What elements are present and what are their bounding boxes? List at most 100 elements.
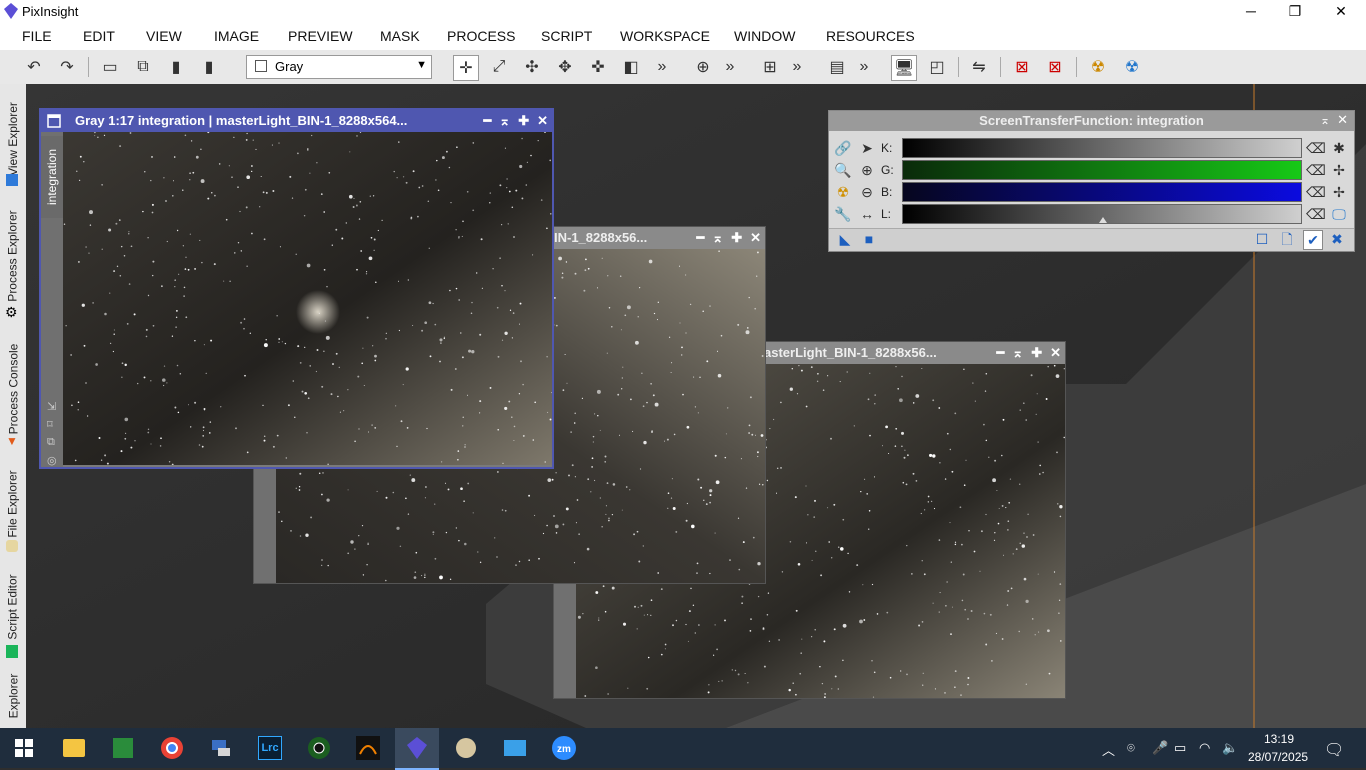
tab-file-explorer[interactable]: File Explorer: [0, 459, 26, 549]
minimize-icon[interactable]: ━: [696, 227, 704, 249]
chrome-icon[interactable]: [150, 728, 194, 768]
overflow-icon-3[interactable]: »: [785, 55, 809, 79]
shade-icon[interactable]: ⌅: [499, 110, 510, 132]
wrench-icon[interactable]: 🔧: [834, 205, 852, 223]
menu-preview[interactable]: PREVIEW: [288, 28, 353, 44]
overflow-icon-4[interactable]: »: [852, 55, 876, 79]
maximize-icon[interactable]: ✚: [518, 110, 529, 132]
maximize-icon[interactable]: ✚: [1031, 342, 1042, 364]
guiding-app-icon[interactable]: [297, 728, 341, 768]
clone-icon[interactable]: ⧉: [47, 436, 55, 449]
readout-mode-icon[interactable]: ✛: [453, 55, 479, 81]
network-app-icon[interactable]: [199, 728, 243, 768]
reset-icon[interactable]: ✖: [1328, 230, 1346, 248]
tab-explorer[interactable]: Explorer: [0, 666, 26, 726]
preview-icon[interactable]: ☐: [1253, 230, 1271, 248]
stf-slider-l[interactable]: [902, 204, 1302, 224]
boosted-stf-icon[interactable]: ☢: [1120, 55, 1144, 79]
fit-view-icon[interactable]: ⇲: [47, 400, 56, 413]
maximize-button[interactable]: ❐: [1272, 0, 1318, 22]
microphone-icon[interactable]: 🎤: [1152, 740, 1168, 756]
image-window-1-title[interactable]: Gray 1:17 integration | masterLight_BIN-…: [41, 110, 552, 132]
new-instance-icon[interactable]: ◣: [836, 230, 854, 248]
reset-channel-icon[interactable]: ⌫: [1306, 161, 1326, 179]
bit24-lut-icon[interactable]: ◰: [925, 55, 949, 79]
disable-stf-icon[interactable]: ⊠: [1043, 55, 1067, 79]
menu-edit[interactable]: EDIT: [83, 28, 115, 44]
paint-app-icon[interactable]: [444, 728, 488, 768]
close-icon[interactable]: ✕: [537, 110, 548, 132]
shade-icon[interactable]: ⌅: [1012, 342, 1023, 364]
lightroom-icon[interactable]: Lrc: [248, 728, 292, 768]
tab-process-console[interactable]: Process Console: [0, 329, 26, 449]
view-tab-integration[interactable]: integration: [41, 136, 65, 218]
reset-channel-icon[interactable]: ⌫: [1306, 205, 1326, 223]
menu-window[interactable]: WINDOW: [734, 28, 795, 44]
display-channel-icon[interactable]: 🖥: [891, 55, 917, 81]
chevron-up-icon[interactable]: ︿: [1102, 740, 1115, 759]
undo-icon[interactable]: ↶: [22, 55, 46, 79]
screen-app-icon[interactable]: [493, 728, 537, 768]
clock-time[interactable]: 13:19: [1264, 732, 1294, 746]
minimize-icon[interactable]: ━: [483, 110, 491, 132]
close-icon[interactable]: ✕: [1050, 342, 1061, 364]
menu-resources[interactable]: RESOURCES: [826, 28, 915, 44]
stf-title[interactable]: ScreenTransferFunction: integration: [829, 111, 1354, 131]
menu-image[interactable]: IMAGE: [214, 28, 259, 44]
zoom-in-icon[interactable]: ⊕: [691, 55, 715, 79]
image-identifier-icon[interactable]: ▭: [98, 55, 122, 79]
midtones-marker[interactable]: [1099, 217, 1107, 223]
file-explorer-app-icon[interactable]: [52, 728, 96, 768]
battery-icon[interactable]: ▭: [1174, 740, 1186, 756]
apply-global-icon[interactable]: ■: [860, 230, 878, 248]
pan-mode-icon[interactable]: ✣: [520, 55, 544, 79]
shade-icon[interactable]: ⌅: [712, 227, 723, 249]
camera-icon[interactable]: ⌾: [1127, 740, 1135, 756]
apply-icon[interactable]: ✔: [1303, 230, 1323, 250]
overflow-icon[interactable]: »: [650, 55, 674, 79]
minimize-button[interactable]: ─: [1228, 0, 1274, 22]
image-window-1[interactable]: Gray 1:17 integration | masterLight_BIN-…: [39, 108, 554, 469]
overflow-icon-2[interactable]: »: [718, 55, 742, 79]
stf-slider-g[interactable]: [902, 160, 1302, 180]
stf-slider-k[interactable]: [902, 138, 1302, 158]
color-mode-select[interactable]: Gray ▼: [246, 55, 432, 79]
zoom-in-icon[interactable]: ⊕: [858, 161, 876, 179]
crosshair-icon[interactable]: ✢: [1330, 161, 1348, 179]
close-button[interactable]: ✕: [1318, 0, 1364, 22]
move-icon[interactable]: ✥: [553, 55, 577, 79]
auto-stf-icon[interactable]: ☢: [1086, 55, 1110, 79]
redo-icon[interactable]: ↷: [55, 55, 79, 79]
reset-channel-icon[interactable]: ⌫: [1306, 183, 1326, 201]
reset-channel-icon[interactable]: ⌫: [1306, 139, 1326, 157]
document-icon[interactable]: 🗋: [1278, 230, 1296, 248]
menu-file[interactable]: FILE: [22, 28, 52, 44]
menu-view[interactable]: VIEW: [146, 28, 182, 44]
stf-slider-b[interactable]: [902, 182, 1302, 202]
windows-start-icon[interactable]: [2, 728, 46, 768]
center-icon[interactable]: ✜: [586, 55, 610, 79]
volume-icon[interactable]: 🔈: [1222, 740, 1238, 756]
crosshair-icon-2[interactable]: ✢: [1330, 183, 1348, 201]
maximize-icon[interactable]: ✚: [731, 227, 742, 249]
pointer-icon[interactable]: ➤: [858, 139, 876, 157]
menu-mask[interactable]: MASK: [380, 28, 420, 44]
monitor-icon[interactable]: 🖵: [1330, 205, 1348, 223]
shade-icon[interactable]: ⌅: [1320, 113, 1330, 127]
sheets-app-icon[interactable]: [101, 728, 145, 768]
zoom-icon[interactable]: 🔍: [834, 161, 852, 179]
image-canvas[interactable]: [63, 132, 552, 465]
duplicate-image-icon[interactable]: ⧉: [131, 55, 155, 79]
gear-icon[interactable]: ✱: [1330, 139, 1348, 157]
link-channels-icon[interactable]: 🔗: [834, 139, 852, 157]
pixinsight-task-icon[interactable]: [395, 728, 439, 770]
clock-date[interactable]: 28/07/2025: [1248, 750, 1308, 764]
extract-icon[interactable]: ▮: [164, 55, 188, 79]
reset-view-icon[interactable]: ▮: [197, 55, 221, 79]
menu-workspace[interactable]: WORKSPACE: [620, 28, 710, 44]
tab-process-explorer[interactable]: Process Explorer: [0, 196, 26, 316]
tab-script-editor[interactable]: Script Editor: [0, 562, 26, 652]
close-icon[interactable]: ✕: [1337, 112, 1348, 128]
zoom-fit-icon[interactable]: ⌑: [47, 418, 53, 431]
target-icon[interactable]: ◎: [47, 454, 57, 467]
